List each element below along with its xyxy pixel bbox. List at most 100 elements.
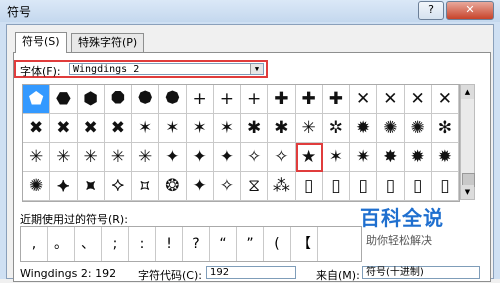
symbol-cell[interactable]: ✹ xyxy=(431,143,459,172)
symbol-cell[interactable]: ✚ xyxy=(268,85,296,114)
watermark-subtitle: 助你轻松解决 xyxy=(366,234,432,247)
title-bar: 符号 ? ✕ xyxy=(0,0,500,22)
symbol-cell[interactable]: ▯ xyxy=(322,172,350,201)
symbol-cell[interactable]: ✕ xyxy=(431,85,459,114)
symbol-cell[interactable]: ✶ xyxy=(132,114,160,143)
recent-symbol-cell[interactable]: “ xyxy=(210,227,237,261)
recent-symbol-cell[interactable]: 。 xyxy=(48,227,75,261)
symbol-cell[interactable]: ▯ xyxy=(431,172,459,201)
symbol-cell[interactable]: ⁂ xyxy=(268,172,296,201)
symbol-cell[interactable]: + xyxy=(241,85,269,114)
symbol-cell[interactable]: ⯏ xyxy=(132,172,160,201)
font-select-value: Wingdings 2 xyxy=(73,64,140,75)
symbol-cell[interactable]: ✚ xyxy=(295,85,323,114)
recent-symbols-label: 近期使用过的符号(R): xyxy=(20,213,128,226)
symbol-cell[interactable]: ✻ xyxy=(431,114,459,143)
font-row: 字体(F): Wingdings 2 ▼ xyxy=(14,60,268,78)
symbol-cell[interactable]: ▯ xyxy=(350,172,378,201)
recent-symbol-cell[interactable]: ? xyxy=(183,227,210,261)
symbol-cell[interactable]: ✺ xyxy=(404,114,432,143)
symbol-cell[interactable]: ⧖ xyxy=(241,172,269,201)
from-label: 来自(M): xyxy=(316,269,360,282)
symbol-cell[interactable]: ⬣ xyxy=(50,85,78,114)
symbol-cell[interactable]: ✶ xyxy=(213,114,241,143)
symbol-cell[interactable]: ✦ xyxy=(213,143,241,172)
symbol-cell[interactable]: ✦ xyxy=(186,143,214,172)
recent-symbol-cell[interactable]: 、 xyxy=(75,227,102,261)
symbol-cell[interactable]: ✸ xyxy=(377,143,405,172)
symbol-cell[interactable]: ▯ xyxy=(404,172,432,201)
symbol-cell[interactable]: ✳ xyxy=(23,143,51,172)
symbol-cell[interactable]: ✲ xyxy=(322,114,350,143)
symbol-cell[interactable]: ✹ xyxy=(350,114,378,143)
symbol-cell[interactable]: ✧ xyxy=(241,143,269,172)
symbol-cell[interactable]: ✺ xyxy=(23,172,51,201)
symbol-cell[interactable]: ✶ xyxy=(186,114,214,143)
symbol-grid: ⬟ ⬣ ⬢ ⯃ ⯄ ⯄ + + + ✚ ✚ ✚ ✕ ✕ ✕ ✕ ✖ ✖ ✖ ✖ ✶ ✶ ✶ ✶ ✱ ✱ ✳ ✲ ✹ ✺ ✺ ✻ ✳ ✳ ✳ ✳ ✳ ✦ ✦ ✦… xyxy=(22,84,460,202)
symbol-cell[interactable]: ⯍ xyxy=(77,172,105,201)
symbol-cell[interactable]: ⬟ xyxy=(23,85,51,114)
char-code-input[interactable]: 192 xyxy=(206,266,296,279)
symbol-cell[interactable]: ✕ xyxy=(377,85,405,114)
tab-special-characters[interactable]: 特殊字符(P) xyxy=(71,33,145,52)
symbol-cell[interactable]: ✳ xyxy=(77,143,105,172)
symbol-cell[interactable]: ⯃ xyxy=(104,85,132,114)
symbol-cell[interactable]: ✕ xyxy=(404,85,432,114)
scroll-down-icon[interactable]: ▼ xyxy=(461,185,474,199)
symbol-cell[interactable]: ⯌ xyxy=(50,172,78,201)
symbol-cell[interactable]: ★ xyxy=(295,143,323,172)
recent-symbol-cell[interactable]: , xyxy=(21,227,48,261)
chevron-down-icon[interactable]: ▼ xyxy=(250,64,263,74)
symbol-cell[interactable]: ✱ xyxy=(268,114,296,143)
recent-symbol-cell[interactable]: ! xyxy=(156,227,183,261)
symbol-cell[interactable]: + xyxy=(213,85,241,114)
symbol-cell[interactable]: ✦ xyxy=(159,143,187,172)
recent-symbols-row: ,。、;:!? “”(【 xyxy=(20,226,362,262)
watermark-logo: 百科全说 助你轻松解决 xyxy=(360,202,480,262)
symbol-cell[interactable]: ✳ xyxy=(295,114,323,143)
symbol-cell[interactable]: ▯ xyxy=(295,172,323,201)
symbol-cell[interactable]: ✹ xyxy=(404,143,432,172)
symbol-cell[interactable]: ⯎ xyxy=(104,172,132,201)
symbol-cell[interactable]: ⯄ xyxy=(159,85,187,114)
symbol-cell[interactable]: ✳ xyxy=(104,143,132,172)
tab-symbols[interactable]: 符号(S) xyxy=(15,32,67,53)
recent-symbol-cell[interactable]: : xyxy=(129,227,156,261)
symbol-cell[interactable]: ✷ xyxy=(350,143,378,172)
window-title: 符号 xyxy=(7,5,32,19)
symbol-cell[interactable]: ✶ xyxy=(159,114,187,143)
symbol-cell[interactable]: + xyxy=(186,85,214,114)
symbol-cell[interactable]: ✕ xyxy=(350,85,378,114)
symbol-cell[interactable]: ✧ xyxy=(213,172,241,201)
from-select[interactable]: 符号(十进制) xyxy=(362,266,480,279)
symbol-cell[interactable]: ⯄ xyxy=(132,85,160,114)
symbol-cell[interactable]: ✶ xyxy=(322,143,350,172)
symbol-cell[interactable]: ✧ xyxy=(268,143,296,172)
dialog-window: 符号 ? ✕ 符号(S) 特殊字符(P) 字体(F): Wingdings 2 … xyxy=(0,0,500,282)
symbol-cell[interactable]: ❂ xyxy=(159,172,187,201)
symbol-cell[interactable]: ✳ xyxy=(132,143,160,172)
symbol-cell[interactable]: ✖ xyxy=(50,114,78,143)
symbol-cell[interactable]: ⬢ xyxy=(77,85,105,114)
symbol-cell[interactable]: ✖ xyxy=(104,114,132,143)
font-label: 字体(F): xyxy=(20,65,61,78)
recent-symbol-cell[interactable]: 【 xyxy=(291,227,318,261)
symbol-code-name: Wingdings 2: 192 xyxy=(20,267,117,280)
scroll-up-icon[interactable]: ▲ xyxy=(461,85,474,99)
watermark-title: 百科全说 xyxy=(360,206,444,230)
symbol-cell[interactable]: ✚ xyxy=(322,85,350,114)
recent-symbol-cell[interactable]: ” xyxy=(237,227,264,261)
symbol-cell[interactable]: ✦ xyxy=(186,172,214,201)
symbol-grid-scrollbar[interactable]: ▲ ▼ xyxy=(460,84,475,200)
symbol-cell[interactable]: ▯ xyxy=(377,172,405,201)
font-select[interactable]: Wingdings 2 ▼ xyxy=(69,63,264,75)
symbol-cell[interactable]: ✺ xyxy=(377,114,405,143)
recent-symbol-cell[interactable]: ; xyxy=(102,227,129,261)
symbol-cell[interactable]: ✖ xyxy=(77,114,105,143)
symbol-cell[interactable]: ✳ xyxy=(50,143,78,172)
symbol-cell[interactable]: ✖ xyxy=(23,114,51,143)
help-button[interactable]: ? xyxy=(418,1,444,20)
symbol-cell[interactable]: ✱ xyxy=(241,114,269,143)
close-button[interactable]: ✕ xyxy=(446,1,494,20)
recent-symbol-cell[interactable]: ( xyxy=(264,227,291,261)
